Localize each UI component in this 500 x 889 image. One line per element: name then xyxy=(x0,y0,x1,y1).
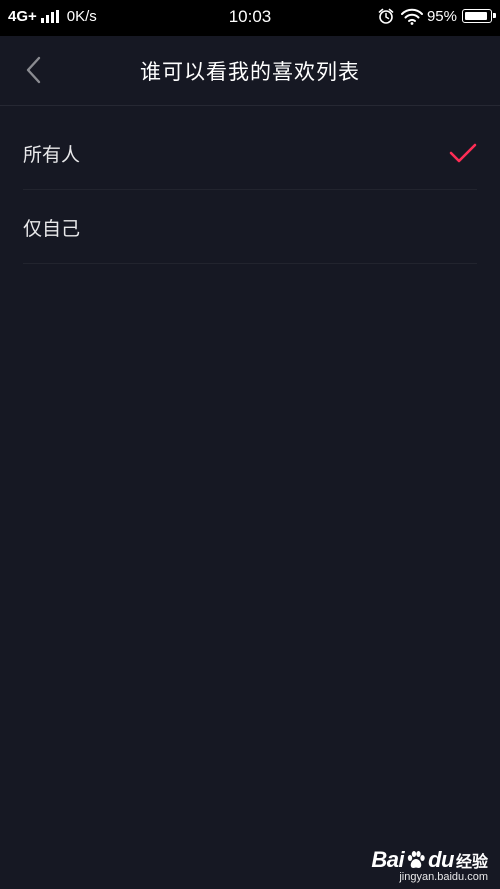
watermark-url: jingyan.baidu.com xyxy=(399,871,488,883)
option-only-me[interactable]: 仅自己 xyxy=(23,190,477,264)
watermark-brand-row: Bai du 经验 xyxy=(371,847,488,873)
check-icon xyxy=(449,143,477,163)
visibility-options: 所有人 仅自己 xyxy=(0,116,500,264)
watermark-brand-suffix: du xyxy=(428,847,454,872)
option-label: 仅自己 xyxy=(23,218,81,240)
alarm-clock-icon xyxy=(377,7,395,25)
watermark-brand: Bai xyxy=(371,847,405,872)
option-everyone[interactable]: 所有人 xyxy=(23,116,477,190)
page-title: 谁可以看我的喜欢列表 xyxy=(140,60,360,84)
status-right: 95% xyxy=(377,7,496,25)
battery-percent: 95% xyxy=(426,7,457,25)
paw-logo-icon xyxy=(407,851,425,868)
wifi-icon xyxy=(400,8,423,25)
option-label: 所有人 xyxy=(23,144,81,166)
privacy-screen: 谁可以看我的喜欢列表 所有人 仅自己 Bai du 经验 jingyan.bai xyxy=(0,36,500,889)
status-bar: 4G+ 0K/s 10:03 95% xyxy=(0,0,500,36)
watermark-sub: 经验 xyxy=(455,854,488,871)
battery-icon xyxy=(462,9,496,23)
nav-bar: 谁可以看我的喜欢列表 xyxy=(0,36,500,106)
baidu-watermark: Bai du 经验 jingyan.baidu.com xyxy=(371,847,488,883)
battery-fill xyxy=(465,12,487,20)
